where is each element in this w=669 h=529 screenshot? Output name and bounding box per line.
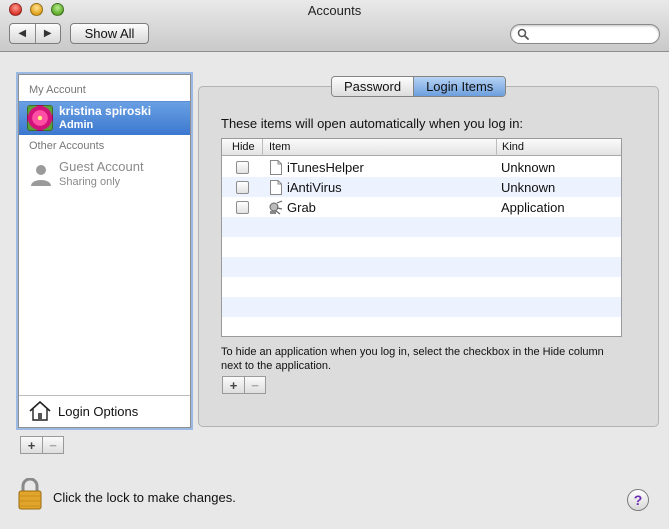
empty-row	[222, 237, 621, 257]
guest-account-name[interactable]: Guest Account	[59, 159, 144, 174]
show-all-button[interactable]: Show All	[70, 23, 149, 44]
account-add-remove-group: + −	[20, 436, 64, 454]
tab-login-items[interactable]: Login Items	[413, 77, 506, 96]
column-header-kind[interactable]: Kind	[502, 141, 524, 153]
guest-account-status: Sharing only	[59, 176, 121, 188]
table-row[interactable]: iTunesHelper Unknown	[222, 157, 621, 177]
login-options-item[interactable]: Login Options	[19, 395, 190, 427]
document-icon	[270, 160, 282, 175]
my-account-header: My Account	[29, 84, 86, 96]
login-item-add-remove-group: + −	[222, 376, 266, 394]
grab-app-icon	[269, 200, 283, 215]
column-header-hide[interactable]: Hide	[232, 141, 255, 153]
search-icon	[517, 28, 529, 40]
other-accounts-header: Other Accounts	[29, 140, 105, 152]
remove-account-button[interactable]: −	[42, 437, 63, 453]
back-button[interactable]: ◀	[10, 24, 36, 43]
empty-row	[222, 317, 621, 336]
accounts-sidebar: My Account kristina spiroski Admin Other…	[18, 74, 191, 428]
table-row[interactable]: Grab Application	[222, 197, 621, 217]
account-role: Admin	[59, 119, 94, 131]
tab-bar: Password Login Items	[331, 76, 507, 97]
table-header: Hide Item Kind	[222, 139, 621, 156]
hide-checkbox[interactable]	[236, 201, 249, 214]
item-kind: Application	[501, 200, 565, 215]
lock-icon[interactable]	[18, 478, 42, 510]
table-row[interactable]: iAntiVirus Unknown	[222, 177, 621, 197]
document-icon	[270, 180, 282, 195]
login-options-label: Login Options	[58, 404, 139, 419]
add-login-item-button[interactable]: +	[223, 377, 244, 393]
account-name: kristina spiroski	[59, 104, 152, 118]
hide-checkbox[interactable]	[236, 161, 249, 174]
empty-row	[222, 217, 621, 237]
search-field[interactable]	[510, 24, 660, 44]
window-title: Accounts	[307, 3, 362, 18]
empty-row	[222, 297, 621, 317]
sidebar-item-current-account[interactable]: kristina spiroski Admin	[19, 101, 190, 135]
item-name: iAntiVirus	[287, 180, 342, 195]
remove-login-item-button[interactable]: −	[244, 377, 265, 393]
avatar	[27, 105, 53, 131]
forward-button[interactable]: ▶	[36, 24, 61, 43]
hide-checkbox[interactable]	[236, 181, 249, 194]
item-kind: Unknown	[501, 160, 556, 175]
item-name: Grab	[287, 200, 316, 215]
window-titlebar: Accounts ◀ ▶ Show All	[0, 0, 669, 52]
tab-password[interactable]: Password	[332, 77, 414, 96]
item-kind: Unknown	[501, 180, 556, 195]
guest-user-icon	[31, 165, 51, 186]
empty-row	[222, 277, 621, 297]
lock-status-text: Click the lock to make changes.	[53, 490, 236, 505]
item-name: iTunesHelper	[287, 160, 364, 175]
empty-row	[222, 257, 621, 277]
add-account-button[interactable]: +	[21, 437, 42, 453]
login-items-intro: These items will open automatically when…	[221, 116, 524, 131]
house-icon	[29, 401, 51, 421]
login-items-table: Hide Item Kind iTunesHelper Unknown iAnt…	[221, 138, 622, 337]
column-header-item[interactable]: Item	[269, 141, 290, 153]
back-forward-group: ◀ ▶	[9, 23, 61, 44]
hide-help-text: To hide an application when you log in, …	[221, 346, 604, 372]
help-button[interactable]: ?	[627, 489, 649, 511]
